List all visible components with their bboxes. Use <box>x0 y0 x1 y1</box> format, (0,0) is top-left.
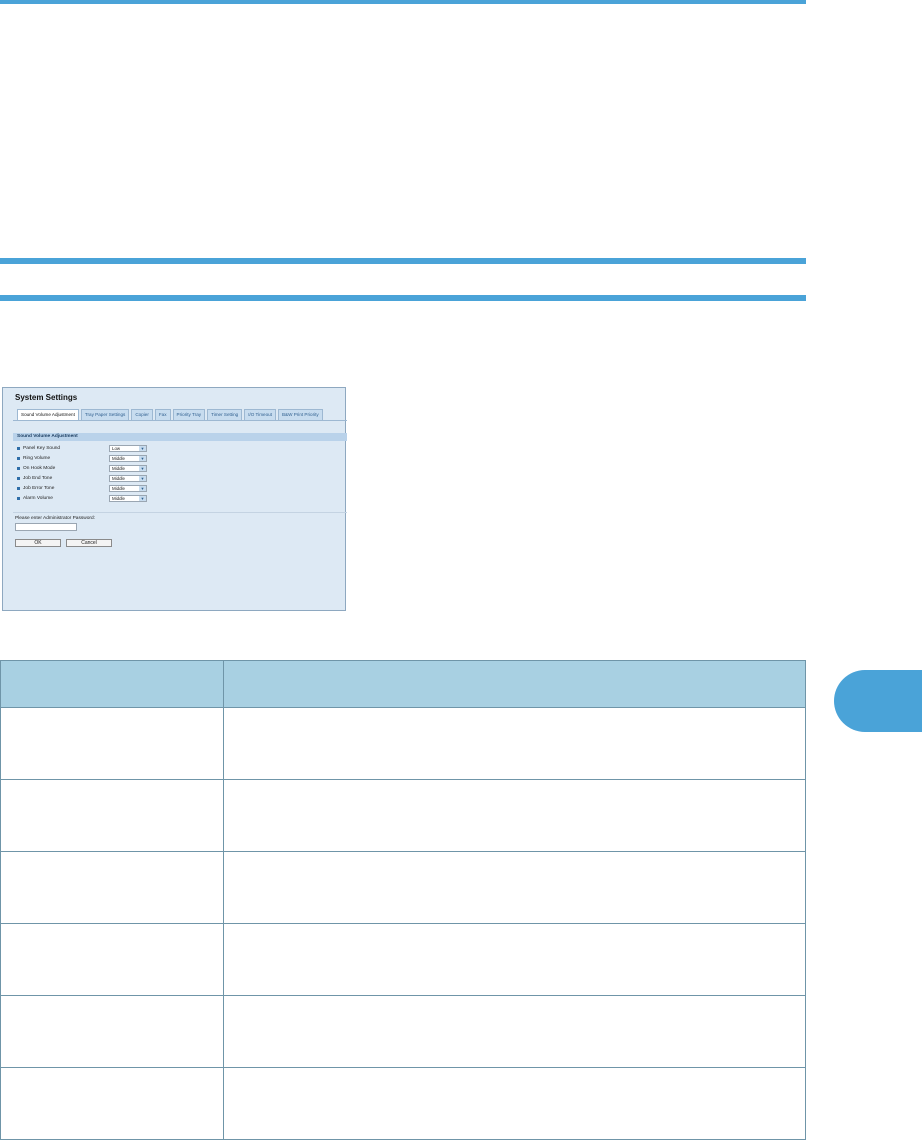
setting-label: Ring Volume <box>23 456 51 461</box>
table-row <box>0 851 806 924</box>
bullet-icon <box>17 477 20 480</box>
table-cell <box>0 995 224 1068</box>
setting-label: On Hook Mode <box>23 466 56 471</box>
job-end-tone-select[interactable]: Middle ▼ <box>109 475 147 482</box>
chevron-down-icon: ▼ <box>139 496 146 501</box>
password-label: Please enter Administrator Password: <box>15 516 95 521</box>
section-rule-upper <box>0 258 806 264</box>
bullet-icon <box>17 497 20 500</box>
setting-row-panel-key-sound: Panel Key Sound Low ▼ <box>17 444 147 453</box>
header-rule <box>0 0 806 4</box>
admin-password-input[interactable] <box>15 523 77 531</box>
on-hook-mode-select[interactable]: Middle ▼ <box>109 465 147 472</box>
form-divider <box>13 512 347 513</box>
table-cell <box>223 707 806 780</box>
table-header-cell <box>0 660 224 708</box>
table-cell <box>223 1067 806 1140</box>
table-cell <box>0 779 224 852</box>
chevron-down-icon: ▼ <box>139 476 146 481</box>
panel-key-sound-select[interactable]: Low ▼ <box>109 445 147 452</box>
setting-label: Job End Tone <box>23 476 53 481</box>
setting-label: Panel Key Sound <box>23 446 61 451</box>
bullet-icon <box>17 467 20 470</box>
chevron-down-icon: ▼ <box>139 486 146 491</box>
table-row <box>0 923 806 996</box>
ok-button[interactable]: OK <box>15 539 61 547</box>
setting-label: Alarm Volume <box>23 496 53 501</box>
table-cell <box>0 707 224 780</box>
screenshot-title: System Settings <box>15 393 78 402</box>
bullet-icon <box>17 457 20 460</box>
chevron-down-icon: ▼ <box>139 466 146 471</box>
setting-row-on-hook-mode: On Hook Mode Middle ▼ <box>17 464 147 473</box>
system-settings-screenshot: System Settings Sound Volume Adjustment … <box>2 387 347 611</box>
table-cell <box>223 779 806 852</box>
chapter-thumb-tab <box>834 670 922 732</box>
bullet-icon <box>17 447 20 450</box>
chevron-down-icon: ▼ <box>139 446 146 451</box>
setting-row-ring-volume: Ring Volume Middle ▼ <box>17 454 147 463</box>
chevron-down-icon: ▼ <box>139 456 146 461</box>
table-row <box>0 995 806 1068</box>
table-cell <box>223 995 806 1068</box>
table-header-row <box>0 660 806 708</box>
table-row <box>0 707 806 780</box>
section-rule-lower <box>0 295 806 301</box>
bullet-icon <box>17 487 20 490</box>
settings-table <box>0 660 806 1140</box>
table-row <box>0 1067 806 1140</box>
setting-row-alarm-volume: Alarm Volume Middle ▼ <box>17 494 147 503</box>
section-heading: Sound Volume Adjustment <box>13 433 347 441</box>
table-header-cell <box>223 660 806 708</box>
setting-label: Job Error Tone <box>23 486 55 491</box>
table-cell <box>223 923 806 996</box>
table-cell <box>223 851 806 924</box>
table-row <box>0 779 806 852</box>
setting-row-job-error-tone: Job Error Tone Middle ▼ <box>17 484 147 493</box>
cancel-button[interactable]: Cancel <box>66 539 112 547</box>
table-cell <box>0 1067 224 1140</box>
tab-divider <box>13 420 347 421</box>
settings-tabs: Sound Volume Adjustment Tray Paper Setti… <box>17 409 323 421</box>
alarm-volume-select[interactable]: Middle ▼ <box>109 495 147 502</box>
ring-volume-select[interactable]: Middle ▼ <box>109 455 147 462</box>
setting-row-job-end-tone: Job End Tone Middle ▼ <box>17 474 147 483</box>
table-cell <box>0 851 224 924</box>
table-cell <box>0 923 224 996</box>
job-error-tone-select[interactable]: Middle ▼ <box>109 485 147 492</box>
